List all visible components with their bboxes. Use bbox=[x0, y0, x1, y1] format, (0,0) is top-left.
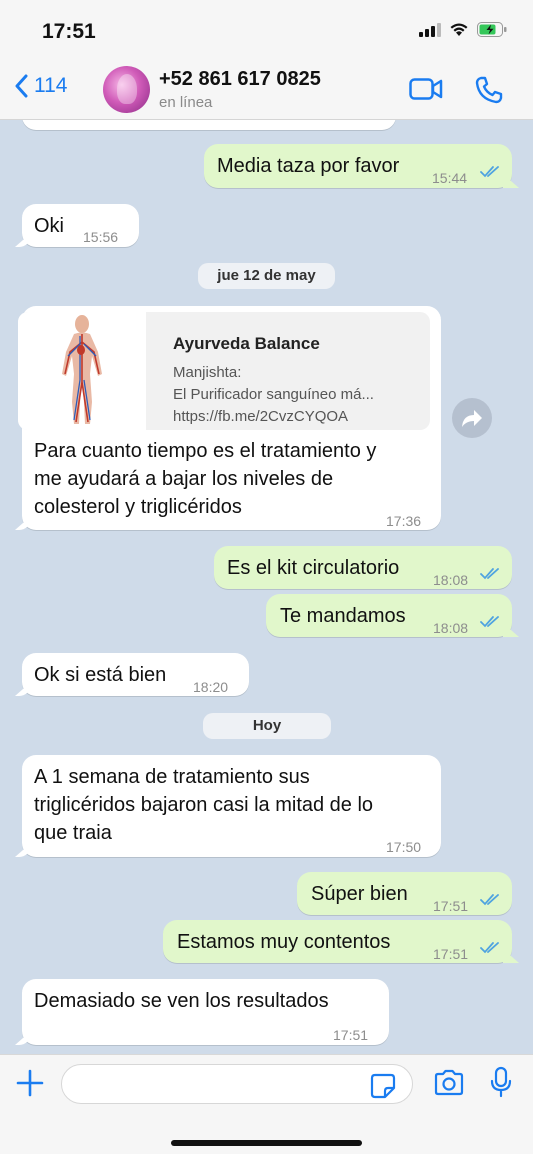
contact-status: en línea bbox=[159, 94, 213, 111]
back-button[interactable]: 114 bbox=[14, 74, 67, 98]
status-bar: 17:51 bbox=[0, 0, 533, 62]
message-text: Demasiado se ven los resultados bbox=[34, 990, 329, 1012]
link-title: Ayurveda Balance bbox=[173, 334, 320, 353]
battery-icon bbox=[477, 22, 507, 37]
message-text: Ok si está bien bbox=[34, 664, 167, 686]
message-incoming[interactable]: Oki 15:56 bbox=[22, 204, 139, 247]
date-separator: Hoy bbox=[203, 713, 331, 739]
message-outgoing[interactable]: Te mandamos 18:08 bbox=[266, 594, 512, 637]
message-input[interactable] bbox=[61, 1064, 413, 1104]
message-time: 18:08 bbox=[433, 572, 469, 588]
message-incoming[interactable]: A 1 semana de tratamiento sus triglicéri… bbox=[22, 755, 441, 857]
message-line-2: triglicéridos bajaron casi la mitad de l… bbox=[34, 794, 374, 816]
read-ticks-icon bbox=[480, 894, 499, 906]
message-outgoing[interactable]: Estamos muy contentos 17:51 bbox=[163, 920, 512, 963]
message-time: 17:36 bbox=[386, 513, 422, 529]
message-line-1: Para cuanto tiempo es el tratamiento y bbox=[34, 440, 377, 462]
message-line-1: A 1 semana de tratamiento sus bbox=[34, 766, 310, 788]
message-time: 15:44 bbox=[432, 170, 468, 186]
message-text: Es el kit circulatorio bbox=[227, 557, 400, 579]
message-time: 17:51 bbox=[333, 1027, 369, 1043]
plus-icon[interactable] bbox=[16, 1069, 44, 1097]
chat-header: 114 +52 861 617 0825 en línea bbox=[0, 62, 533, 120]
link-preview[interactable]: Ayurveda Balance Manjishta: El Purificad… bbox=[18, 312, 430, 430]
message-incoming[interactable]: Demasiado se ven los resultados 17:51 bbox=[22, 979, 389, 1045]
message-outgoing[interactable]: Media taza por favor 15:44 bbox=[204, 144, 512, 188]
message-incoming-link[interactable]: Ayurveda Balance Manjishta: El Purificad… bbox=[18, 306, 441, 530]
message-time: 15:56 bbox=[83, 229, 119, 245]
back-chevron-icon bbox=[15, 74, 28, 98]
read-ticks-icon bbox=[480, 166, 499, 178]
message-time: 17:50 bbox=[386, 839, 422, 855]
avatar[interactable] bbox=[103, 66, 150, 113]
status-time: 17:51 bbox=[42, 20, 96, 43]
input-bar bbox=[0, 1054, 533, 1154]
read-ticks-icon bbox=[480, 568, 499, 580]
message-line-3: que traia bbox=[34, 822, 112, 844]
link-thumbnail bbox=[18, 312, 146, 430]
forward-icon bbox=[462, 410, 482, 427]
forward-button[interactable] bbox=[452, 398, 492, 438]
message-text: Te mandamos bbox=[280, 605, 406, 627]
message-incoming[interactable]: Ok si está bien 18:20 bbox=[22, 653, 249, 696]
camera-icon[interactable] bbox=[433, 1069, 465, 1097]
wifi-icon bbox=[450, 23, 468, 36]
message-text: Media taza por favor bbox=[217, 155, 400, 177]
video-call-icon[interactable] bbox=[409, 78, 443, 100]
status-icons bbox=[419, 22, 507, 37]
message-line-3: colesterol y triglicéridos bbox=[34, 496, 242, 518]
partial-message[interactable] bbox=[22, 120, 396, 130]
contact-name[interactable]: +52 861 617 0825 bbox=[159, 68, 321, 91]
home-indicator[interactable] bbox=[171, 1140, 362, 1146]
message-time: 17:51 bbox=[433, 946, 469, 962]
phone-icon[interactable] bbox=[474, 75, 504, 105]
message-line-2: me ayudará a bajar los niveles de bbox=[34, 468, 334, 490]
link-url: https://fb.me/2CvzCYQOA bbox=[173, 408, 349, 425]
message-time: 17:51 bbox=[433, 898, 469, 914]
sticker-icon[interactable] bbox=[370, 1073, 396, 1099]
message-outgoing[interactable]: Súper bien 17:51 bbox=[297, 872, 512, 915]
read-ticks-icon bbox=[480, 616, 499, 628]
message-time: 18:20 bbox=[193, 679, 229, 695]
message-outgoing[interactable]: Es el kit circulatorio 18:08 bbox=[214, 546, 512, 589]
back-count: 114 bbox=[34, 74, 68, 97]
date-separator: jue 12 de may bbox=[198, 263, 335, 289]
message-text: Estamos muy contentos bbox=[177, 931, 391, 953]
read-ticks-icon bbox=[480, 942, 499, 954]
chat-area[interactable]: Media taza por favor 15:44 Oki 15:56 jue… bbox=[0, 120, 533, 1054]
message-text: Súper bien bbox=[311, 883, 408, 905]
message-text: Oki bbox=[34, 215, 64, 237]
message-time: 18:08 bbox=[433, 620, 469, 636]
signal-icon bbox=[419, 22, 441, 37]
circulatory-system-illustration bbox=[62, 315, 102, 424]
microphone-icon[interactable] bbox=[489, 1066, 513, 1098]
